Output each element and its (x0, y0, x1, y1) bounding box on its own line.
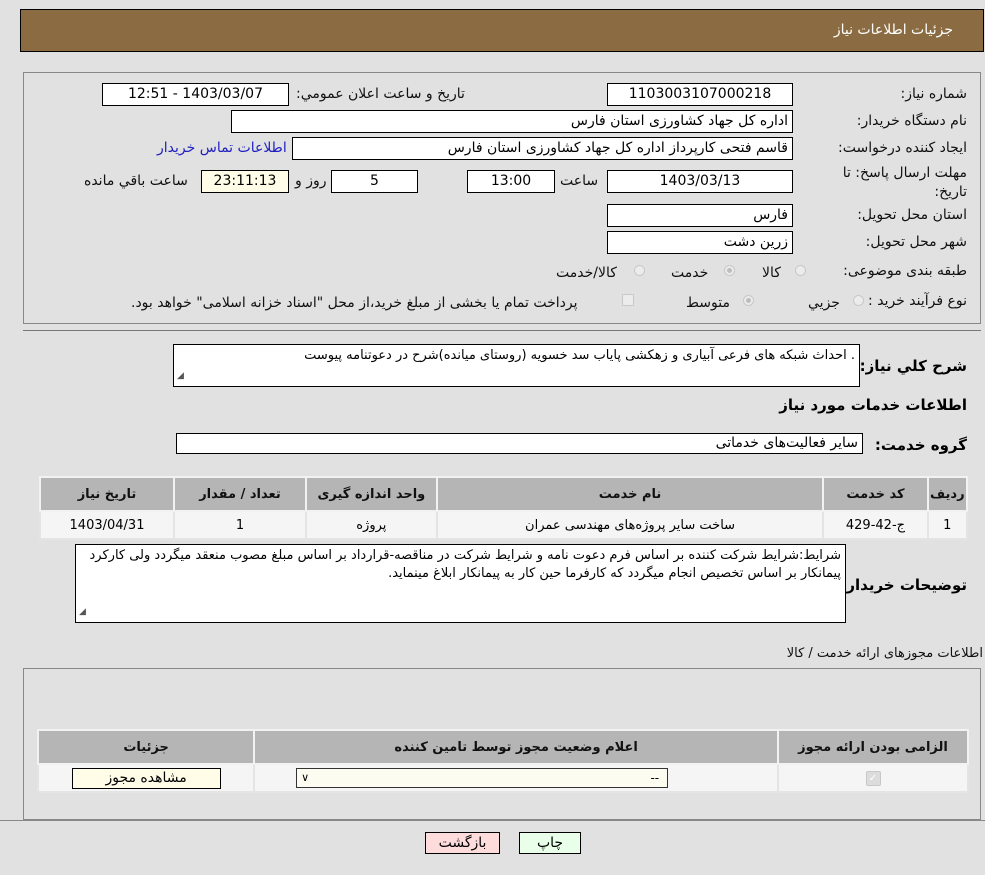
col-permit-status: اعلام وضعیت مجوز توسط تامین کننده (253, 729, 779, 765)
buyer-contact-link[interactable]: اطلاعات تماس خریدار (157, 140, 287, 156)
permits-section-title: اطلاعات مجوزهای ارائه خدمت / کالا (786, 646, 983, 661)
remaining-time-field: 23:11:13 (201, 170, 289, 193)
col-need-date: تاریخ نیاز (39, 476, 175, 512)
province-field: فارس (607, 204, 793, 227)
process-option-medium: متوسط (686, 295, 730, 311)
resize-grip-icon[interactable]: ◢ (177, 367, 184, 385)
city-field: زرین دشت (607, 231, 793, 254)
deadline-label: مهلت ارسال پاسخ: تا تاریخ: (842, 165, 967, 200)
treasury-note: پرداخت تمام یا بخشی از مبلغ خرید،از محل … (131, 295, 578, 311)
announce-date-label: تاریخ و ساعت اعلان عمومي: (296, 86, 465, 102)
cell-service-name: ساخت سایر پروژه‌های مهندسی عمران (435, 510, 825, 540)
deadline-time-label: ساعت (560, 173, 599, 189)
services-table: ردیف کد خدمت نام خدمت واحد اندازه گیری ت… (39, 476, 969, 540)
col-quantity: تعداد / مقدار (173, 476, 307, 512)
process-label: نوع فرآیند خرید : (868, 293, 967, 309)
permit-status-select[interactable]: -- ∨ (296, 768, 669, 788)
cell-permit-details: مشاهده مجوز (36, 763, 256, 793)
service-group-field: سایر فعالیت‌های خدماتی (176, 433, 863, 454)
creator-label: ایجاد کننده درخواست: (838, 140, 967, 156)
col-permit-required: الزامی بودن ارائه مجوز (777, 729, 969, 765)
summary-label: شرح کلي نياز: (859, 357, 967, 375)
category-option-service: خدمت (671, 265, 709, 281)
col-permit-details: جزئیات (36, 729, 256, 765)
cell-permit-required: ✓ (777, 763, 969, 793)
col-row: ردیف (926, 476, 969, 512)
cell-need-date: 1403/04/31 (39, 510, 175, 540)
cell-row: 1 (926, 510, 969, 540)
deadline-time-field: 13:00 (467, 170, 555, 193)
print-button[interactable]: چاپ (519, 832, 581, 854)
category-option-goods-service: کالا/خدمت (556, 265, 617, 281)
buyer-notes-label: توضیحات خریدار: (840, 576, 967, 594)
services-table-header: ردیف کد خدمت نام خدمت واحد اندازه گیری ت… (39, 476, 969, 512)
view-permit-button[interactable]: مشاهده مجوز (71, 767, 221, 789)
table-row: ✓ -- ∨ مشاهده مجوز (36, 763, 969, 793)
page-title: جزئیات اطلاعات نیاز (833, 22, 953, 38)
category-radio-goods-service[interactable] (634, 265, 645, 276)
summary-textarea[interactable]: . احداث شبکه های فرعی آبیاری و زهکشی پای… (173, 344, 860, 387)
announce-date-field: 1403/03/07 - 12:51 (102, 83, 289, 106)
footer-divider (0, 820, 985, 821)
page-header: جزئیات اطلاعات نیاز (20, 9, 984, 52)
col-service-name: نام خدمت (435, 476, 825, 512)
col-service-code: کد خدمت (822, 476, 929, 512)
buyer-notes-text: شرایط:شرایط شرکت کننده بر اساس فرم دعوت … (89, 548, 841, 581)
province-label: استان محل تحویل: (857, 207, 967, 223)
need-number-label: شماره نیاز: (900, 86, 968, 102)
deadline-date-field: 1403/03/13 (607, 170, 793, 193)
category-label: طبقه بندی موضوعی: (843, 263, 967, 279)
process-radio-minor[interactable] (853, 295, 864, 306)
cell-unit: پروژه (304, 510, 438, 540)
services-section-title: اطلاعات خدمات مورد نیاز (779, 396, 967, 414)
process-radio-medium[interactable] (743, 295, 754, 306)
category-radio-service[interactable] (724, 265, 735, 276)
service-group-label: گروه خدمت: (874, 436, 967, 454)
permits-table: الزامی بودن ارائه مجوز اعلام وضعیت مجوز … (36, 729, 969, 793)
permit-required-checkbox[interactable]: ✓ (865, 771, 881, 786)
category-option-goods: کالا (762, 265, 781, 281)
back-button[interactable]: بازگشت (425, 832, 500, 854)
remaining-time-label: ساعت باقي مانده (84, 173, 188, 189)
summary-text: . احداث شبکه های فرعی آبیاری و زهکشی پای… (304, 348, 855, 363)
need-number-field: 1103003107000218 (607, 83, 793, 106)
divider (23, 330, 981, 331)
cell-quantity: 1 (173, 510, 307, 540)
creator-field: قاسم فتحی کارپرداز اداره کل جهاد کشاورزی… (292, 137, 793, 160)
permit-status-value: -- (650, 771, 660, 785)
cell-permit-status: -- ∨ (253, 763, 779, 793)
buyer-org-field: اداره کل جهاد کشاورزی استان فارس (231, 110, 793, 133)
city-label: شهر محل تحویل: (865, 234, 967, 250)
category-radio-goods[interactable] (795, 265, 806, 276)
table-row: 1 ج-42-429 ساخت سایر پروژه‌های مهندسی عم… (39, 510, 969, 540)
process-option-minor: جزيي (808, 295, 840, 311)
permits-table-header: الزامی بودن ارائه مجوز اعلام وضعیت مجوز … (36, 729, 969, 765)
days-label: روز و (295, 173, 327, 189)
treasury-checkbox[interactable] (622, 294, 634, 306)
resize-grip-icon[interactable]: ◢ (79, 603, 86, 621)
buyer-notes-textarea[interactable]: شرایط:شرایط شرکت کننده بر اساس فرم دعوت … (75, 544, 846, 623)
cell-service-code: ج-42-429 (822, 510, 929, 540)
col-unit: واحد اندازه گیری (304, 476, 438, 512)
days-remaining-field: 5 (331, 170, 418, 193)
buyer-org-label: نام دستگاه خریدار: (856, 113, 967, 129)
chevron-down-icon: ∨ (301, 771, 310, 784)
